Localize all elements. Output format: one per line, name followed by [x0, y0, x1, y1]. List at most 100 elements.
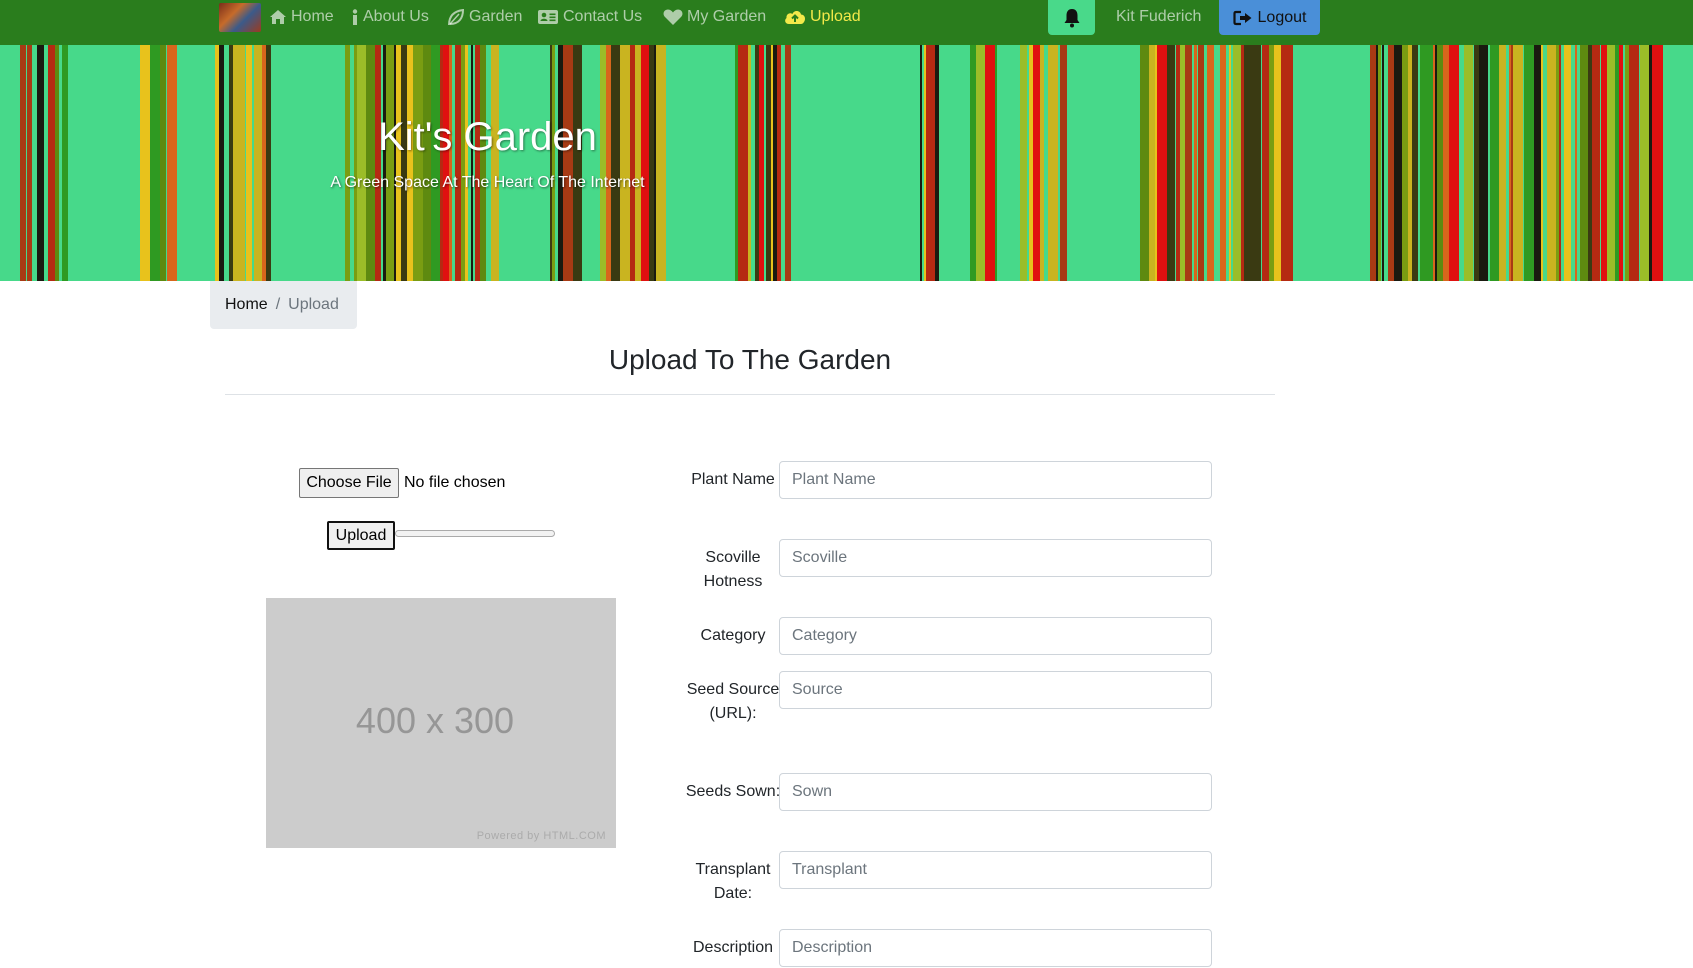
hero-stripe — [1564, 45, 1571, 281]
hero-stripe — [1402, 45, 1408, 281]
nav-item-garden[interactable]: Garden — [447, 0, 522, 34]
hero-stripe — [748, 45, 751, 281]
nav-item-about-us[interactable]: About Us — [351, 0, 429, 34]
breadcrumb-home-link[interactable]: Home — [225, 296, 268, 314]
transplant-date-input[interactable] — [779, 851, 1212, 889]
hero-stripe — [254, 45, 262, 281]
hero-stripe — [491, 45, 499, 281]
category-input[interactable] — [779, 617, 1212, 655]
hero-stripe — [1269, 45, 1274, 281]
hero-stripe — [1274, 45, 1281, 281]
contact-card-icon — [538, 10, 558, 24]
description-label: Description — [692, 939, 774, 956]
heart-icon — [663, 9, 683, 25]
nav-item-label: My Garden — [687, 8, 767, 25]
hero-stripe — [985, 45, 995, 281]
category-label: Category — [700, 627, 766, 644]
choose-file-button[interactable]: Choose File — [299, 468, 399, 498]
hero-stripe — [1376, 45, 1378, 281]
hero-stripe — [611, 45, 620, 281]
hero-stripe — [606, 45, 611, 281]
hero-stripe — [1167, 45, 1173, 281]
breadcrumb-current: Upload — [288, 296, 339, 313]
hero-stripe — [1149, 45, 1155, 281]
hero-stripe — [1185, 45, 1192, 281]
hero-stripe — [771, 45, 773, 281]
hero-stripe — [1180, 45, 1185, 281]
brand-logo-image[interactable] — [219, 3, 261, 32]
plant-name-input[interactable] — [779, 461, 1212, 499]
scoville-input[interactable] — [779, 539, 1212, 577]
image-preview-placeholder: 400 x 300 Powered by HTML.COM — [266, 598, 616, 848]
user-name-link[interactable]: Kit Fuderich — [1116, 0, 1201, 34]
hero-stripe — [1547, 45, 1556, 281]
hero-stripe — [1176, 45, 1180, 281]
hero-stripe — [1220, 45, 1226, 281]
hero-stripe — [150, 45, 160, 281]
hero-stripe — [649, 45, 654, 281]
hero-stripe — [1437, 45, 1443, 281]
hero-stripe — [345, 45, 350, 281]
notifications-button[interactable] — [1048, 0, 1095, 35]
nav-item-contact-us[interactable]: Contact Us — [537, 0, 642, 34]
hero-stripe — [1592, 45, 1600, 281]
hero-stripe — [246, 45, 252, 281]
hero-stripe — [1607, 45, 1615, 281]
hero-stripe — [423, 45, 431, 281]
hero-stripe — [37, 45, 44, 281]
hero-stripe — [550, 45, 552, 281]
logout-button[interactable]: Logout — [1219, 0, 1320, 35]
hero-stripe — [167, 45, 177, 281]
hero-stripe — [1198, 45, 1204, 281]
hero-stripes-decoration — [20, 45, 1663, 281]
hero-stripe — [1479, 45, 1488, 281]
hero-stripe — [55, 45, 59, 281]
hero-stripe — [233, 45, 237, 281]
placeholder-credit-text: Powered by HTML.COM — [476, 830, 606, 842]
hero-stripe — [573, 45, 576, 281]
nav-item-my-garden[interactable]: My Garden — [663, 0, 766, 34]
nav-item-label: Upload — [810, 8, 861, 25]
hero-stripe — [1588, 45, 1592, 281]
upload-button[interactable]: Upload — [327, 521, 395, 550]
hero-stripe — [1513, 45, 1523, 281]
hero-stripe — [785, 45, 791, 281]
hero-stripe — [1020, 45, 1027, 281]
hero-stripe — [635, 45, 641, 281]
hero-stripe — [1625, 45, 1629, 281]
hero-stripe — [1157, 45, 1167, 281]
hero-stripe — [1388, 45, 1394, 281]
hero-stripe — [970, 45, 976, 281]
hero-stripe — [413, 45, 423, 281]
hero-stripe — [1229, 45, 1231, 281]
bell-icon — [1064, 8, 1079, 27]
hero-stripe — [1244, 45, 1254, 281]
nav-item-upload[interactable]: Upload — [784, 0, 861, 34]
hero-stripe — [1048, 45, 1058, 281]
hero-stripe — [1499, 45, 1506, 281]
nav-item-label: Garden — [469, 8, 523, 25]
page-title: Upload To The Garden — [608, 344, 892, 375]
hero-stripe — [1281, 45, 1289, 281]
placeholder-size-text: 400 x 300 — [355, 700, 515, 741]
hero-stripe — [366, 45, 375, 281]
seeds-sown-input[interactable] — [779, 773, 1212, 811]
hero-stripe — [755, 45, 759, 281]
hero-stripe — [738, 45, 742, 281]
hero-stripe — [1629, 45, 1639, 281]
hero-stripe — [924, 45, 926, 281]
hero-stripe — [440, 45, 443, 281]
hero-stripe — [237, 45, 245, 281]
hero-title: Kit's Garden — [378, 115, 597, 159]
hero-stripe — [1433, 45, 1435, 281]
seed-source-input[interactable] — [779, 671, 1212, 709]
hero-stripe — [1556, 45, 1559, 281]
hero-stripe — [1233, 45, 1241, 281]
nav-item-label: Home — [291, 8, 334, 25]
nav-item-home[interactable]: Home — [269, 0, 334, 34]
description-input[interactable] — [779, 929, 1212, 967]
hero-stripe — [926, 45, 935, 281]
hero-stripe — [1382, 45, 1384, 281]
hero-stripe — [229, 45, 233, 281]
hero-stripe — [1194, 45, 1197, 281]
